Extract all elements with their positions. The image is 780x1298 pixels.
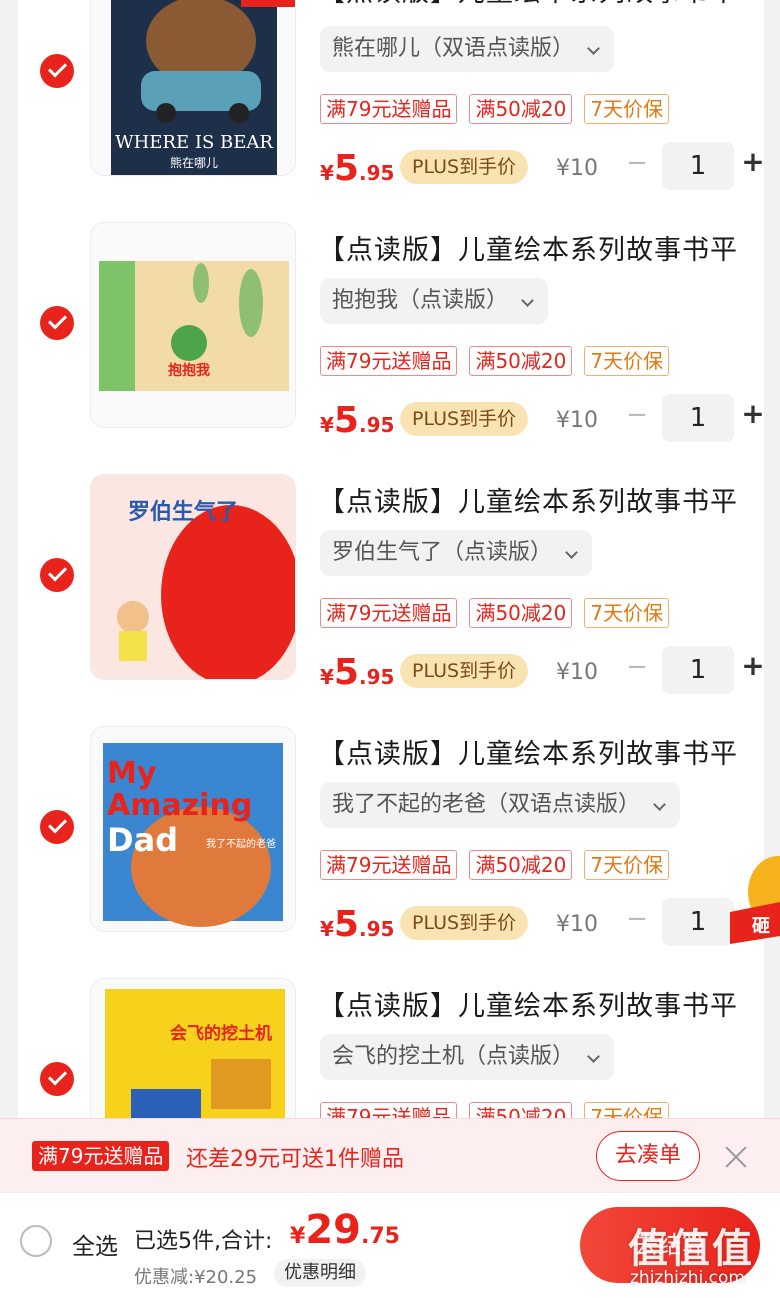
- cart-item: WHERE IS BEAR 熊在哪儿 正版 【点读版】儿童绘本系列故事书平 熊在…: [18, 0, 765, 190]
- promo-tag: 满79元送赠品: [320, 94, 458, 124]
- watermark-url: zhizhizhi.com: [630, 1268, 745, 1288]
- item-checkbox[interactable]: [40, 1062, 74, 1096]
- product-image[interactable]: WHERE IS BEAR 熊在哪儿 正版: [90, 0, 296, 176]
- svg-text:会飞的挖土机: 会飞的挖土机: [170, 1023, 272, 1044]
- product-image[interactable]: 抱抱我: [90, 222, 296, 428]
- close-icon[interactable]: [722, 1143, 750, 1171]
- cart-item: My Amazing Dad 我了不起的老爸 【点读版】儿童绘本系列故事书平 我…: [18, 680, 765, 946]
- svg-text:WHERE IS BEAR: WHERE IS BEAR: [115, 132, 273, 153]
- discount-amount: 优惠减:¥20.25: [134, 1267, 258, 1288]
- product-image[interactable]: 罗伯生气了: [90, 474, 296, 680]
- spec-selector[interactable]: 抱抱我（点读版）: [320, 278, 549, 324]
- svg-text:我了不起的老爸: 我了不起的老爸: [206, 837, 276, 850]
- gift-promo-banner: 满79元送赠品 还差29元可送1件赠品 去凑单: [0, 1118, 780, 1192]
- promo-tag: 满50减20: [469, 94, 573, 124]
- item-checkbox[interactable]: [40, 306, 74, 340]
- promo-tag: 满79元送赠品: [320, 850, 458, 880]
- promo-tag: 7天价保: [584, 850, 670, 880]
- book-cover-my-amazing-dad: My Amazing Dad 我了不起的老爸: [103, 743, 283, 927]
- svg-text:熊在哪儿: 熊在哪儿: [170, 155, 218, 170]
- promo-tag: 7天价保: [584, 346, 670, 376]
- product-image[interactable]: My Amazing Dad 我了不起的老爸: [90, 726, 296, 932]
- promo-tags: 满79元送赠品 满50减20 7天价保: [320, 598, 670, 628]
- svg-text:Dad: Dad: [107, 821, 178, 859]
- promo-tags: 满79元送赠品 满50减20 7天价保: [320, 94, 670, 124]
- book-cover-hug-me: 抱抱我: [99, 261, 289, 391]
- product-title[interactable]: 【点读版】儿童绘本系列故事书平: [318, 0, 738, 9]
- promo-tags: 满79元送赠品 满50减20 7天价保: [320, 346, 670, 376]
- cart-list: WHERE IS BEAR 熊在哪儿 正版 【点读版】儿童绘本系列故事书平 熊在…: [18, 0, 765, 1298]
- watermark-logo: 值值值: [628, 1226, 754, 1272]
- item-checkbox[interactable]: [40, 558, 74, 592]
- product-title[interactable]: 【点读版】儿童绘本系列故事书平: [318, 480, 738, 519]
- product-title[interactable]: 【点读版】儿童绘本系列故事书平: [318, 732, 738, 771]
- product-title[interactable]: 【点读版】儿童绘本系列故事书平: [318, 984, 738, 1023]
- promo-tag: 7天价保: [584, 598, 670, 628]
- svg-text:抱抱我: 抱抱我: [168, 362, 210, 379]
- svg-text:My: My: [107, 756, 157, 791]
- golden-egg-icon: 砸: [730, 856, 780, 944]
- item-checkbox[interactable]: [40, 810, 74, 844]
- promo-tags: 满79元送赠品 满50减20 7天价保: [320, 850, 670, 880]
- discount-detail-button[interactable]: 优惠明细: [274, 1259, 366, 1287]
- svg-text:正版: 正版: [255, 0, 283, 1]
- selected-summary: 已选5件,合计:: [134, 1229, 273, 1254]
- add-more-button[interactable]: 去凑单: [596, 1131, 700, 1181]
- promo-tag: 满79元送赠品: [320, 598, 458, 628]
- gift-tag: 满79元送赠品: [32, 1141, 170, 1171]
- select-all-checkbox[interactable]: [20, 1225, 52, 1257]
- spec-selector[interactable]: 熊在哪儿（双语点读版）: [320, 26, 615, 72]
- promo-tag: 满50减20: [469, 598, 573, 628]
- spec-selector[interactable]: 我了不起的老爸（双语点读版）: [320, 782, 681, 828]
- promo-tag: 7天价保: [584, 94, 670, 124]
- item-checkbox[interactable]: [40, 54, 74, 88]
- increase-quantity-button[interactable]: +: [738, 400, 768, 430]
- promo-tag: 满50减20: [469, 850, 573, 880]
- promo-tag: 满79元送赠品: [320, 346, 458, 376]
- svg-text:Amazing: Amazing: [107, 788, 252, 823]
- floating-egg-badge[interactable]: 砸: [730, 852, 780, 952]
- total-price: ¥29.75: [290, 1207, 400, 1253]
- increase-quantity-button[interactable]: +: [738, 148, 768, 178]
- book-cover-rob-angry: 罗伯生气了: [91, 475, 295, 679]
- book-cover-where-is-bear: WHERE IS BEAR 熊在哪儿 正版: [111, 0, 295, 175]
- gift-message: 还差29元可送1件赠品: [186, 1147, 404, 1172]
- select-all-label[interactable]: 全选: [72, 1227, 118, 1261]
- svg-text:砸: 砸: [752, 916, 770, 937]
- spec-selector[interactable]: 会飞的挖土机（点读版）: [320, 1034, 615, 1080]
- svg-text:罗伯生气了: 罗伯生气了: [128, 499, 238, 525]
- spec-selector[interactable]: 罗伯生气了（点读版）: [320, 530, 593, 576]
- promo-tag: 满50减20: [469, 346, 573, 376]
- cart-item: 罗伯生气了 【点读版】儿童绘本系列故事书平 罗伯生气了（点读版） 满79元送赠品…: [18, 428, 765, 694]
- product-title[interactable]: 【点读版】儿童绘本系列故事书平: [318, 228, 738, 267]
- increase-quantity-button[interactable]: +: [738, 652, 768, 682]
- cart-item: 抱抱我 【点读版】儿童绘本系列故事书平 抱抱我（点读版） 满79元送赠品 满50…: [18, 176, 765, 442]
